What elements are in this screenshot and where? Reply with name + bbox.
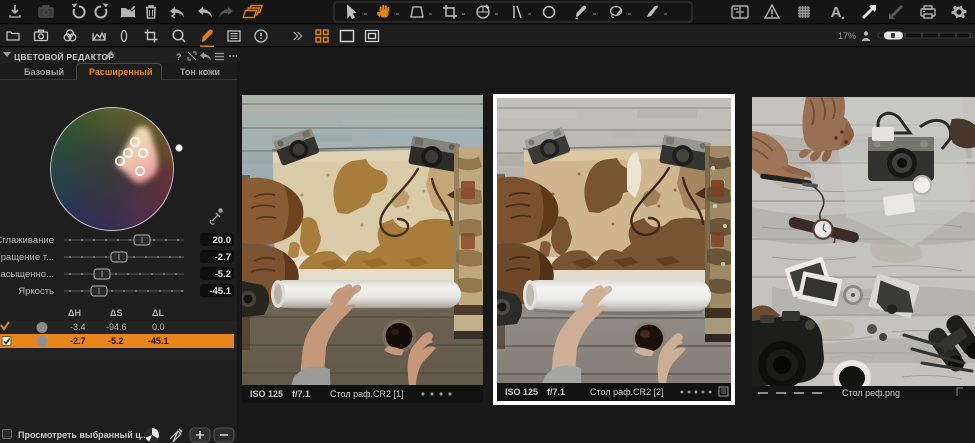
svg-text:-5.2: -5.2: [215, 269, 231, 280]
svg-text:Стол реф.png: Стол реф.png: [842, 388, 900, 398]
svg-text:Сглаживание: Сглаживание: [0, 235, 54, 246]
svg-text:Стол раф.CR2 [1]: Стол раф.CR2 [1]: [330, 389, 404, 399]
svg-text:-45.1: -45.1: [209, 286, 231, 297]
svg-text:20.0: 20.0: [213, 235, 232, 246]
svg-text:A: A: [831, 4, 842, 21]
svg-text:?: ?: [176, 52, 182, 62]
svg-text:ращение т...: ращение т...: [1, 252, 54, 263]
svg-text:ISO 125: ISO 125: [250, 389, 283, 399]
svg-text:ISO 125: ISO 125: [505, 387, 538, 397]
svg-text:17%: 17%: [838, 31, 856, 41]
svg-text:асыщенно...: асыщенно...: [0, 269, 54, 280]
svg-text:Стол раф.CR2 [2]: Стол раф.CR2 [2]: [590, 387, 664, 397]
svg-text:-2.7: -2.7: [215, 252, 231, 263]
svg-text:f/7.1: f/7.1: [292, 389, 310, 399]
svg-text:f/7.1: f/7.1: [547, 387, 565, 397]
svg-text:Яркость: Яркость: [18, 286, 54, 297]
